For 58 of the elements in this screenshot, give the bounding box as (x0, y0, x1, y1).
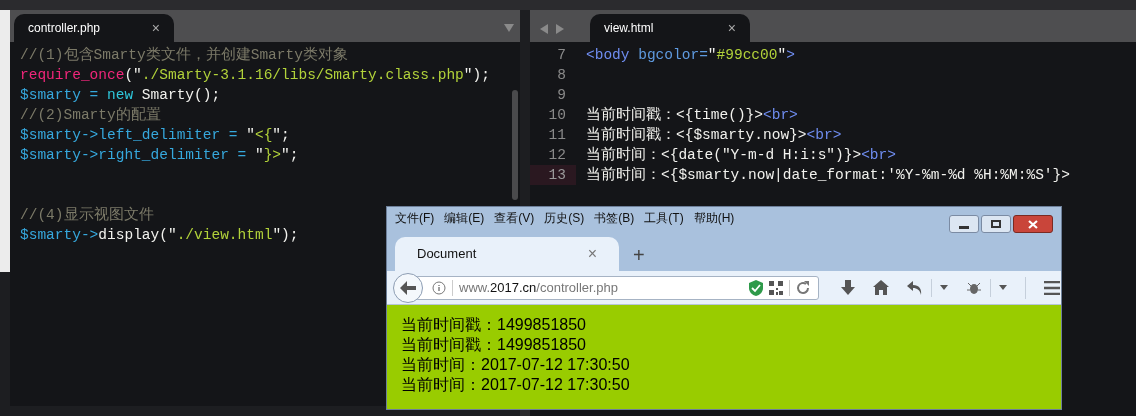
close-icon (1028, 219, 1038, 229)
download-icon[interactable] (841, 279, 855, 296)
url-text: www.2017.cn/controller.php (459, 278, 619, 297)
code-line: 当前时间：<{$smarty.now|date_format:'%Y-%m-%d %H:%M:%S'}> (586, 165, 1070, 185)
code-line: $smarty->right_delimiter = "}>"; (20, 146, 299, 165)
line-number: 10 (547, 106, 567, 125)
info-icon[interactable] (432, 280, 446, 295)
code-line: 当前时间：<{date("Y-m-d H:i:s")}><br> (586, 145, 896, 165)
menu-item[interactable]: 编辑(E) (444, 209, 485, 227)
bug-icon[interactable] (966, 280, 982, 295)
menu-icon[interactable] (1044, 280, 1060, 295)
back-button[interactable] (393, 272, 423, 303)
minimize-button[interactable] (949, 215, 979, 233)
output-line: 当前时间：2017-07-12 17:30:50 (401, 375, 630, 395)
code-line: $smarty->left_delimiter = "<{"; (20, 126, 290, 145)
menu-item[interactable]: 帮助(H) (693, 209, 735, 227)
line-number: 12 (547, 146, 567, 165)
menu-item[interactable]: 工具(T) (644, 209, 684, 227)
line-number: 9 (556, 86, 567, 105)
code-line: $smarty = new Smarty(); (20, 86, 221, 105)
output-line: 当前时间戳：1499851850 (401, 335, 586, 355)
undo-arrow-icon[interactable] (907, 280, 923, 295)
menu-item[interactable]: 查看(V) (494, 209, 535, 227)
code-line: //(4)显示视图文件 (20, 205, 154, 225)
code-line: 当前时间戳：<{$smarty.now}><br> (586, 125, 842, 145)
editor-tab[interactable]: view.html × (590, 14, 750, 42)
browser-tab[interactable]: Document × (395, 237, 619, 271)
maximize-button[interactable] (981, 215, 1011, 233)
home-icon[interactable] (873, 280, 889, 295)
caret-icon[interactable] (940, 285, 948, 290)
line-number: 11 (547, 126, 567, 145)
line-number: 13 (530, 165, 576, 185)
new-tab-button[interactable]: + (633, 245, 645, 265)
shield-icon[interactable] (749, 279, 763, 296)
line-number: 7 (556, 46, 567, 65)
code-line: //(2)Smarty的配置 (20, 106, 161, 125)
code-line: require_once("./Smarty-3.1.16/libs/Smarty.class.php"); (20, 66, 490, 85)
qr-code-icon[interactable] (769, 280, 783, 295)
output-line: 当前时间：2017-07-12 17:30:50 (401, 355, 630, 375)
line-number: 8 (556, 66, 567, 85)
close-button[interactable] (1013, 215, 1053, 233)
reload-icon[interactable] (796, 280, 810, 295)
menu-item[interactable]: 书签(B) (594, 209, 635, 227)
back-arrow-icon (400, 280, 416, 295)
output-line: 当前时间戳：1499851850 (401, 315, 586, 335)
close-tab-button[interactable]: × (151, 17, 160, 39)
caret-icon[interactable] (999, 285, 1007, 290)
close-tab-button[interactable]: × (587, 242, 597, 266)
close-tab-button[interactable]: × (727, 17, 736, 39)
code-line: 当前时间戳：<{time()}><br> (586, 105, 798, 125)
code-line: //(1)包含Smarty类文件，并创建Smarty类对象 (20, 45, 348, 65)
menu-item[interactable]: 文件(F) (395, 209, 435, 227)
code-line: <body bgcolor="#99cc00"> (586, 46, 795, 65)
menu-item[interactable]: 历史(S) (544, 209, 585, 227)
code-line: $smarty->display("./view.html"); (20, 226, 299, 245)
scrollbar-thumb[interactable] (512, 90, 518, 200)
address-bar[interactable]: www.2017.cn/controller.php (417, 275, 819, 300)
editor-tab[interactable]: controller.php × (14, 14, 174, 42)
